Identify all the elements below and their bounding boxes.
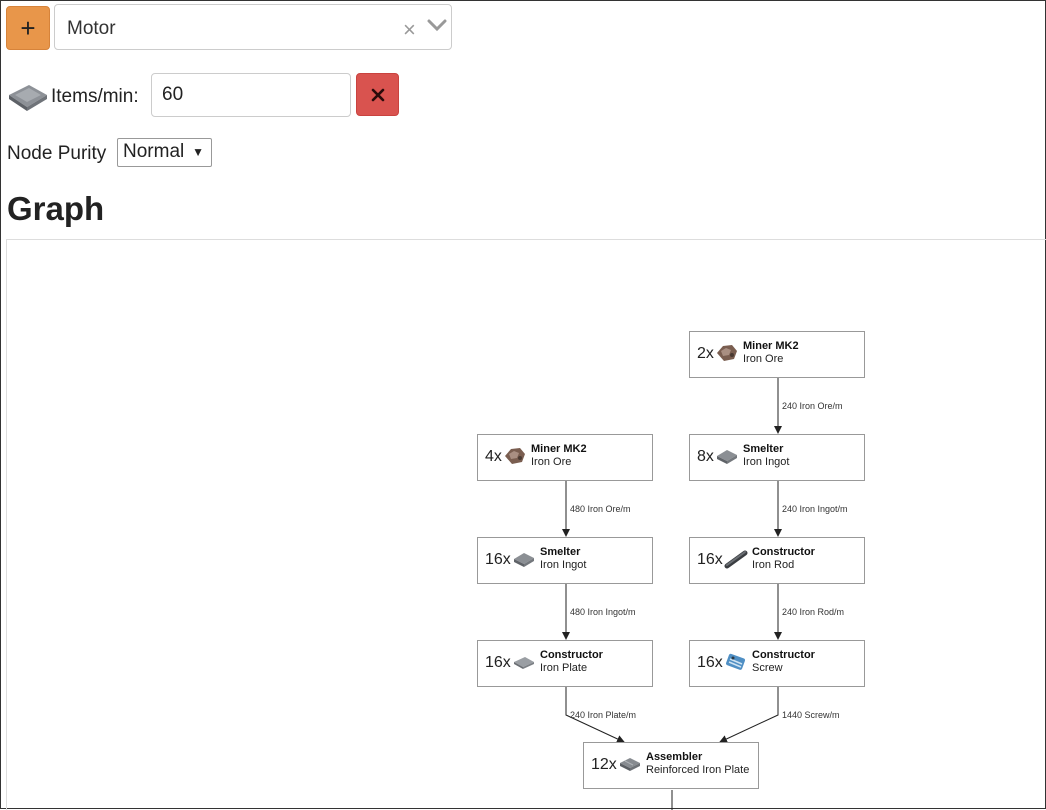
node-product: Reinforced Iron Plate — [646, 764, 750, 776]
graph-edges — [562, 378, 782, 810]
edge-label: 240 Iron Ore/m — [782, 401, 843, 411]
node-product: Iron Ingot — [540, 559, 587, 571]
edge-label: 240 Iron Rod/m — [782, 607, 845, 617]
selected-item-value: Motor — [67, 18, 116, 39]
graph-node-smelter-8x[interactable]: 8x Smelter Iron Ingot — [689, 434, 865, 481]
node-count: 8x — [697, 448, 714, 465]
item-select[interactable]: Motor × — [54, 4, 452, 50]
node-machine: Miner MK2 — [743, 340, 799, 352]
node-product: Iron Ore — [743, 353, 784, 365]
items-per-min-input[interactable] — [151, 73, 351, 117]
edge-label: 1440 Screw/m — [782, 710, 840, 720]
screw-icon — [726, 653, 746, 670]
edge-line — [719, 686, 779, 743]
ore-icon — [505, 448, 525, 464]
node-machine: Smelter — [540, 546, 581, 558]
dropdown-arrow-icon: ▼ — [192, 145, 204, 159]
reinforced-plate-icon — [620, 758, 640, 771]
node-machine: Smelter — [743, 443, 784, 455]
node-purity-select[interactable]: Normal ▼ — [117, 138, 212, 167]
node-count: 16x — [697, 654, 723, 671]
node-count: 12x — [591, 756, 617, 773]
graph-node-miner-4x[interactable]: 4x Miner MK2 Iron Ore — [477, 434, 653, 481]
node-product: Iron Rod — [752, 559, 795, 571]
rod-icon — [724, 550, 748, 569]
node-machine: Constructor — [540, 649, 603, 661]
motor-item-icon — [9, 85, 47, 111]
graph-node-constructor-rod[interactable]: 16x Constructor Iron Rod — [689, 537, 865, 584]
node-machine: Assembler — [646, 751, 703, 763]
node-product: Iron Ingot — [743, 456, 790, 468]
node-purity-label: Node Purity — [7, 143, 107, 164]
ingot-icon — [514, 553, 534, 567]
graph-node-constructor-screw[interactable]: 16x Constructor Screw — [689, 640, 865, 687]
close-icon — [371, 88, 384, 101]
node-machine: Constructor — [752, 649, 815, 661]
node-machine: Constructor — [752, 546, 815, 558]
node-purity-value: Normal — [123, 141, 185, 162]
add-item-button[interactable]: + — [6, 6, 50, 50]
ore-icon — [717, 345, 737, 361]
edge-label: 240 Iron Plate/m — [570, 710, 637, 720]
graph-heading: Graph — [7, 190, 105, 227]
add-button-label: + — [20, 13, 36, 43]
node-count: 16x — [697, 551, 723, 568]
graph-node-smelter-16x[interactable]: 16x Smelter Iron Ingot — [477, 537, 653, 584]
production-graph[interactable]: 240 Iron Ore/m 480 Iron Ore/m 240 Iron I… — [6, 239, 1046, 810]
node-product: Iron Plate — [540, 662, 588, 674]
ingot-icon — [717, 450, 737, 464]
edge-label: 480 Iron Ore/m — [570, 504, 631, 514]
edge-label: 480 Iron Ingot/m — [570, 607, 636, 617]
graph-node-miner-2x[interactable]: 2x Miner MK2 Iron Ore — [689, 331, 865, 378]
chevron-down-icon[interactable] — [427, 19, 447, 33]
node-machine: Miner MK2 — [531, 443, 587, 455]
clear-icon[interactable]: × — [403, 17, 416, 43]
edge-label: 240 Iron Ingot/m — [782, 504, 848, 514]
node-count: 16x — [485, 654, 511, 671]
remove-item-button[interactable] — [356, 73, 399, 116]
graph-node-constructor-plate[interactable]: 16x Constructor Iron Plate — [477, 640, 653, 687]
items-per-min-label: Items/min: — [51, 86, 139, 107]
node-count: 16x — [485, 551, 511, 568]
node-product: Screw — [752, 662, 783, 674]
node-count: 4x — [485, 448, 502, 465]
plate-icon — [514, 657, 534, 669]
graph-node-assembler[interactable]: 12x Assembler Reinforced Iron Plate — [583, 742, 759, 789]
node-count: 2x — [697, 345, 714, 362]
node-product: Iron Ore — [531, 456, 572, 468]
